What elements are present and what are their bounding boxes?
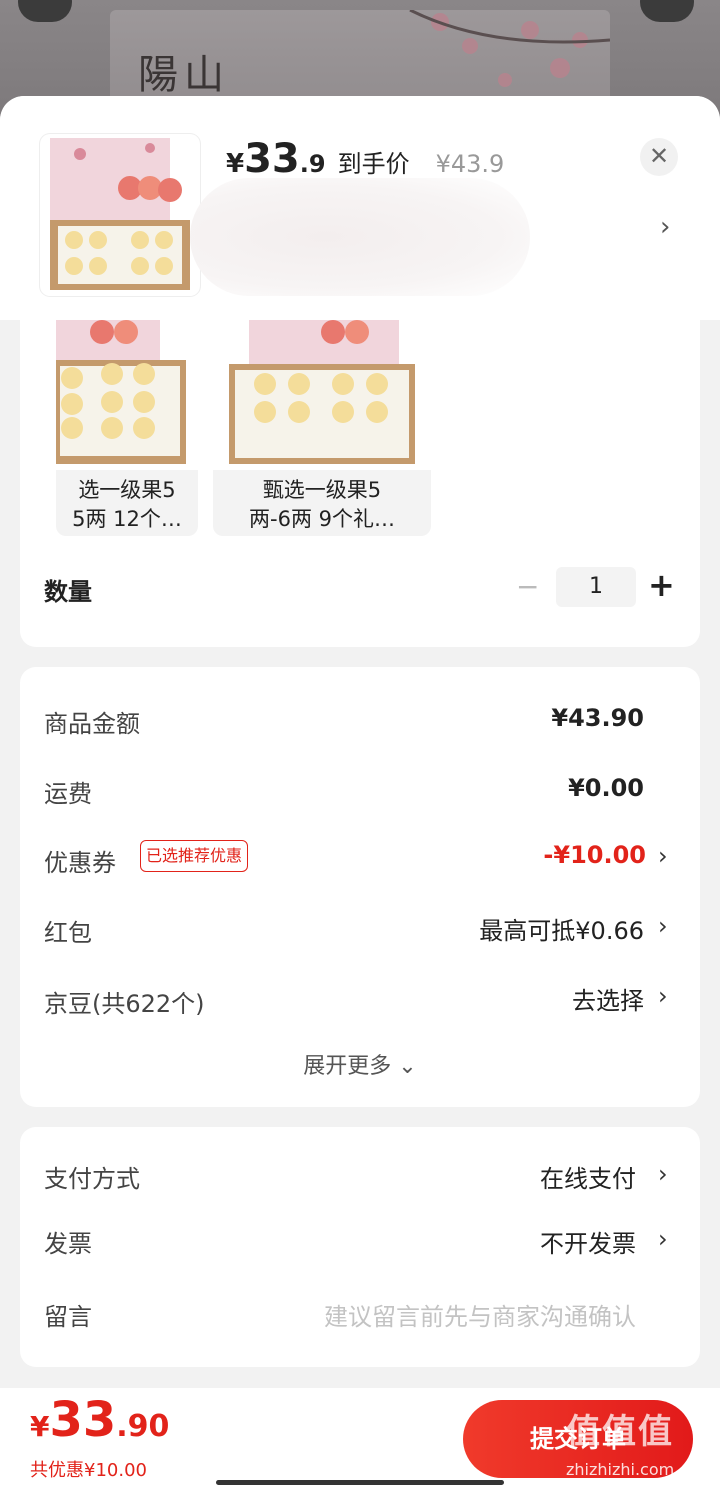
- chevron-right-icon[interactable]: ›: [658, 1225, 668, 1253]
- watermark-logo: 值值值: [566, 1412, 674, 1452]
- jingdou-value[interactable]: 去选择: [572, 981, 644, 1016]
- red-packet-value[interactable]: 最高可抵¥0.66: [479, 911, 644, 946]
- payment-method-label[interactable]: 支付方式: [44, 1159, 140, 1194]
- chevron-right-icon[interactable]: ›: [660, 212, 670, 242]
- peach-box-image: [229, 320, 415, 464]
- jingdou-label[interactable]: 京豆(共622个): [44, 984, 205, 1019]
- peach-box-image: [56, 320, 186, 464]
- price-integer: 33: [244, 136, 300, 182]
- yen-symbol: ¥: [226, 149, 245, 179]
- total-decimal: .90: [116, 1409, 170, 1444]
- quantity-label: 数量: [44, 578, 92, 606]
- payment-method-value[interactable]: 在线支付: [540, 1159, 636, 1194]
- note-input[interactable]: 建议留言前先与商家沟通确认: [324, 1297, 636, 1332]
- redacted-area: [190, 178, 530, 296]
- spec-label-line: 5两 12个…: [72, 507, 182, 531]
- spec-option-1[interactable]: 选一级果5 5两 12个…: [56, 320, 198, 536]
- close-icon[interactable]: ✕: [640, 138, 678, 176]
- spec-label: 甄选一级果5 两-6两 9个礼…: [213, 476, 431, 534]
- peach-box-image: [50, 138, 190, 290]
- goods-amount-label: 商品金额: [44, 710, 140, 738]
- invoice-value[interactable]: 不开发票: [540, 1224, 636, 1259]
- chevron-right-icon[interactable]: ›: [658, 1160, 668, 1188]
- home-indicator[interactable]: [216, 1480, 504, 1485]
- spec-label-line: 甄选一级果5: [262, 478, 382, 502]
- spec-option-2[interactable]: 甄选一级果5 两-6两 9个礼…: [213, 320, 431, 536]
- spec-image: [56, 320, 198, 470]
- spec-label-line: 选一级果5: [78, 478, 176, 502]
- spec-label-line: 两-6两 9个礼…: [249, 507, 395, 531]
- yen-symbol: ¥: [30, 1410, 50, 1443]
- original-price: ¥43.9: [435, 150, 505, 178]
- background-brand-text: 陽山: [138, 52, 230, 98]
- coupon-value[interactable]: -¥10.00: [543, 841, 646, 869]
- goods-amount-value: ¥43.90: [551, 704, 644, 732]
- coupon-recommended-badge: 已选推荐优惠: [140, 840, 249, 872]
- expand-more-button[interactable]: 展开更多 ⌄: [0, 1048, 720, 1080]
- chevron-right-icon[interactable]: ›: [658, 842, 668, 870]
- note-label: 留言: [44, 1303, 92, 1331]
- shipping-value: ¥0.00: [568, 774, 644, 802]
- more-button[interactable]: [640, 0, 694, 22]
- quantity-increase-button[interactable]: +: [648, 566, 675, 604]
- shipping-label: 运费: [44, 780, 92, 808]
- quantity-input[interactable]: 1: [556, 567, 636, 607]
- quantity-decrease-button[interactable]: −: [516, 570, 539, 603]
- red-packet-label[interactable]: 红包: [44, 913, 92, 948]
- final-price-label: 到手价: [337, 150, 410, 178]
- invoice-label[interactable]: 发票: [44, 1224, 92, 1259]
- price-decimal: .9: [299, 150, 326, 178]
- spec-image: [213, 320, 431, 470]
- footer-total-price: ¥ 33 .90: [30, 1392, 169, 1448]
- chevron-right-icon[interactable]: ›: [658, 912, 668, 940]
- coupon-label[interactable]: 优惠券: [44, 843, 116, 878]
- total-savings: 共优惠¥10.00: [30, 1460, 147, 1481]
- total-integer: 33: [49, 1392, 117, 1448]
- chevron-right-icon[interactable]: ›: [658, 982, 668, 1010]
- header-price: ¥ 33 .9 到手价 ¥43.9: [226, 136, 504, 182]
- watermark-url: zhizhizhi.com: [566, 1460, 675, 1479]
- product-thumbnail[interactable]: [40, 134, 200, 296]
- spec-label: 选一级果5 5两 12个…: [56, 476, 198, 534]
- back-button[interactable]: [18, 0, 72, 22]
